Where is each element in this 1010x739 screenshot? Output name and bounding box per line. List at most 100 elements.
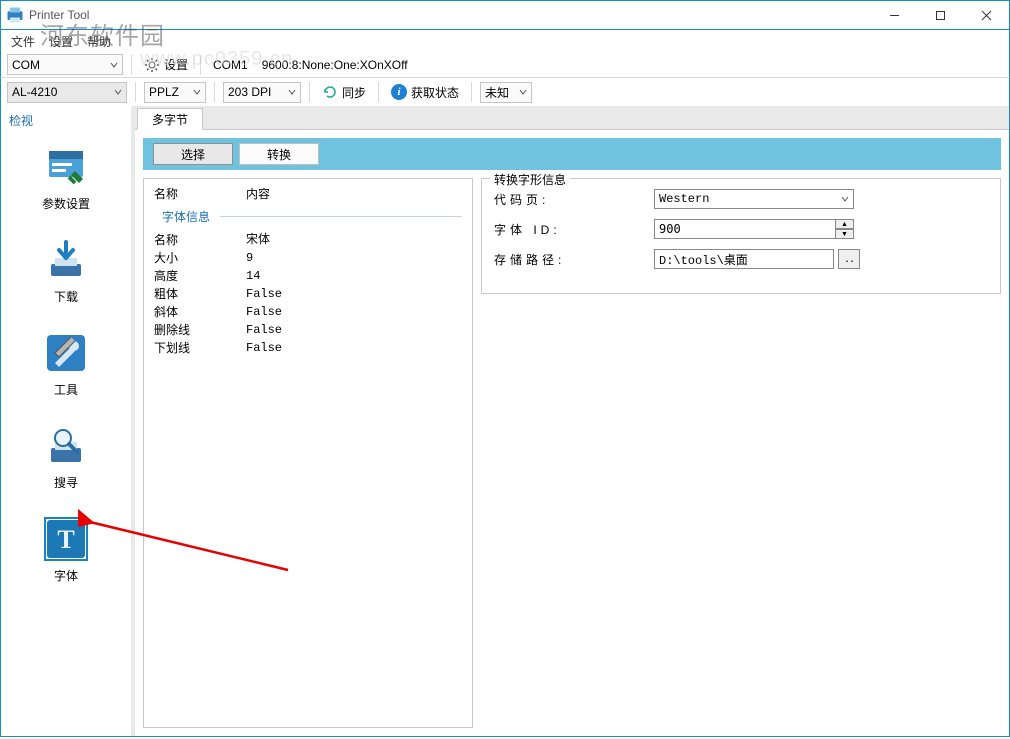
chevron-down-icon: [288, 85, 296, 99]
row-key: 粗体: [154, 285, 246, 303]
fontid-spinner[interactable]: 900 ▲ ▼: [654, 219, 864, 239]
tab-multibyte[interactable]: 多字节: [137, 108, 203, 130]
content-area: 多字节 选择 转换 名称 内容 字体信息 名称宋体大小9高度14粗体False斜…: [135, 106, 1009, 736]
row-value: False: [246, 321, 282, 339]
params-icon: [44, 145, 88, 189]
row-key: 斜体: [154, 303, 246, 321]
row-key: 删除线: [154, 321, 246, 339]
titlebar: Printer Tool: [0, 0, 1010, 30]
close-button[interactable]: [963, 1, 1009, 29]
window-title: Printer Tool: [29, 8, 89, 22]
convert-panel: 转换字形信息 代码页: Western 字体 ID:: [481, 178, 1001, 728]
convert-fieldset: 转换字形信息 代码页: Western 字体 ID:: [481, 178, 1001, 294]
table-row: 下划线False: [154, 339, 462, 357]
separator: [131, 55, 132, 75]
minimize-button[interactable]: [871, 1, 917, 29]
separator: [378, 82, 379, 102]
sidebar-item-download[interactable]: 下载: [21, 238, 111, 305]
codepage-value: Western: [659, 192, 841, 206]
sidebar-label: 字体: [54, 567, 78, 584]
chevron-down-icon: [110, 58, 118, 72]
language-combo[interactable]: PPLZ: [144, 82, 206, 103]
row-key: 名称: [154, 231, 246, 249]
model-value: AL-4210: [12, 85, 57, 99]
svg-text:T: T: [57, 525, 74, 554]
table-row: 大小9: [154, 249, 462, 267]
table-row: 高度14: [154, 267, 462, 285]
path-label: 存储路径:: [494, 251, 654, 268]
port-combo[interactable]: COM: [7, 54, 123, 75]
fontid-value: 900: [659, 222, 681, 236]
fontid-label: 字体 ID:: [494, 221, 654, 238]
sidebar-label: 搜寻: [54, 474, 78, 491]
maximize-button[interactable]: [917, 1, 963, 29]
row-key: 大小: [154, 249, 246, 267]
separator: [214, 82, 215, 102]
col-value: 内容: [246, 185, 270, 202]
menubar: 文件 设置 帮助: [0, 30, 1010, 52]
info-icon: i: [391, 84, 407, 100]
separator: [135, 82, 136, 102]
sidebar-label: 参数设置: [42, 195, 90, 212]
browse-button[interactable]: ..: [838, 249, 860, 269]
table-row: 名称宋体: [154, 231, 462, 249]
menu-help[interactable]: 帮助: [87, 33, 111, 50]
separator: [309, 82, 310, 102]
row-value: False: [246, 285, 282, 303]
app-icon: [5, 5, 25, 25]
section-title: 字体信息: [162, 208, 462, 225]
row-value: 14: [246, 267, 260, 285]
menu-settings[interactable]: 设置: [49, 33, 73, 50]
toolbar-connection: COM 设置 COM1 9600:8:None:One:XOnXOff: [0, 52, 1010, 78]
sync-label: 同步: [342, 84, 366, 101]
convert-button[interactable]: 转换: [239, 143, 319, 165]
table-row: 斜体False: [154, 303, 462, 321]
table-row: 删除线False: [154, 321, 462, 339]
col-name: 名称: [154, 185, 246, 202]
settings-label: 设置: [164, 56, 188, 73]
tabstrip: 多字节: [135, 106, 1009, 130]
get-status-button[interactable]: i 获取状态: [387, 81, 463, 103]
menu-file[interactable]: 文件: [11, 33, 35, 50]
download-icon: [44, 238, 88, 282]
row-key: 高度: [154, 267, 246, 285]
port-combo-value: COM: [12, 58, 40, 72]
row-key: 下划线: [154, 339, 246, 357]
sidebar-item-tools[interactable]: 工具: [21, 331, 111, 398]
tools-icon: [44, 331, 88, 375]
sidebar-item-search[interactable]: 搜寻: [21, 424, 111, 491]
codepage-select[interactable]: Western: [654, 189, 854, 209]
spin-up[interactable]: ▲: [836, 219, 854, 229]
sync-button[interactable]: 同步: [318, 81, 370, 103]
status-combo[interactable]: 未知: [480, 82, 532, 103]
dpi-combo[interactable]: 203 DPI: [223, 82, 301, 103]
sidebar: 检视 参数设置 下载 工具: [1, 106, 135, 736]
path-value: D:\tools\桌面: [659, 251, 748, 268]
sidebar-item-font[interactable]: T 字体: [21, 517, 111, 584]
chevron-down-icon: [841, 195, 849, 203]
port-detail: 9600:8:None:One:XOnXOff: [262, 58, 408, 72]
main-area: 检视 参数设置 下载 工具: [0, 106, 1010, 737]
sidebar-label: 工具: [54, 381, 78, 398]
row-value: 宋体: [246, 231, 270, 249]
row-value: False: [246, 339, 282, 357]
row-value: False: [246, 303, 282, 321]
fieldset-legend: 转换字形信息: [490, 171, 570, 188]
sidebar-item-params[interactable]: 参数设置: [21, 145, 111, 212]
section-label: 字体信息: [162, 210, 210, 224]
dpi-value: 203 DPI: [228, 85, 271, 99]
chevron-down-icon: [114, 85, 122, 99]
get-status-label: 获取状态: [411, 84, 459, 101]
select-button[interactable]: 选择: [153, 143, 233, 165]
separator: [471, 82, 472, 102]
spin-down[interactable]: ▼: [836, 229, 854, 239]
chevron-down-icon: [519, 85, 527, 99]
sidebar-header: 检视: [1, 106, 131, 135]
status-value: 未知: [485, 84, 509, 101]
path-input[interactable]: D:\tools\桌面: [654, 249, 834, 269]
model-combo[interactable]: AL-4210: [7, 82, 127, 103]
chevron-down-icon: [193, 85, 201, 99]
settings-button[interactable]: 设置: [140, 54, 192, 76]
port-name: COM1: [213, 58, 248, 72]
codepage-label: 代码页:: [494, 191, 654, 208]
